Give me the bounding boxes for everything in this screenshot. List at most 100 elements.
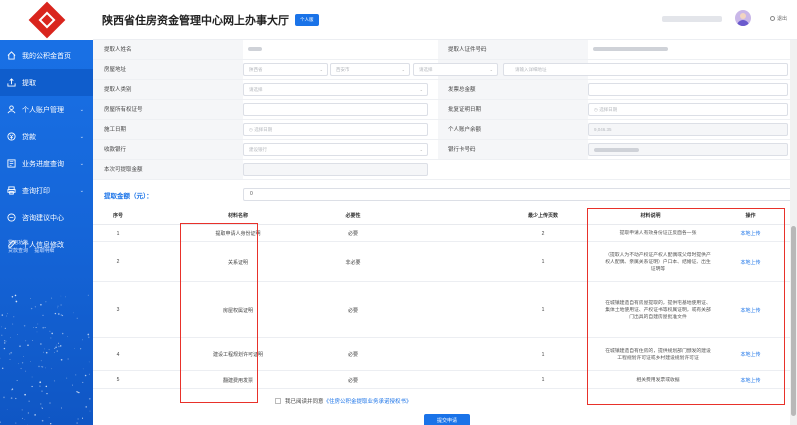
- table-row: 1 提取申请人身份证明 必要 2 提取申请人有效身份证正反面各一张 本地上传: [93, 225, 793, 242]
- decorative-dot: [60, 314, 63, 316]
- decorative-dot: [60, 407, 62, 409]
- form-row: 施工日期 ◷ 选择日期 个人账户余额 9,046.35: [93, 120, 793, 140]
- decorative-dot: [89, 410, 91, 412]
- construction-date-picker[interactable]: ◷ 选择日期: [243, 123, 428, 136]
- sidebar-item-label: 提取: [22, 79, 36, 87]
- decorative-dot: [57, 313, 60, 315]
- col-header: 操作: [745, 213, 756, 219]
- decorative-dot: [4, 327, 6, 329]
- decorative-dot: [66, 377, 68, 379]
- decorative-dot: [41, 419, 44, 422]
- form-row: 提取人姓名 提取人证件号码: [93, 40, 793, 60]
- field-label: 提取人类别: [104, 87, 132, 93]
- field-label: 个人账户余额: [448, 127, 482, 133]
- loan-icon: [7, 132, 16, 141]
- decorative-dot: [30, 307, 33, 310]
- decorative-dot: [12, 323, 14, 325]
- decorative-dot: [80, 348, 82, 350]
- row-number: 5: [116, 377, 120, 383]
- local-upload-button[interactable]: 本地上传: [713, 338, 788, 371]
- col-header: 序号: [112, 213, 123, 219]
- logout-button[interactable]: 退出: [769, 15, 787, 22]
- sidebar-item[interactable]: 提取: [0, 69, 93, 96]
- chevron-down-icon: ⌄: [419, 147, 423, 152]
- table-row: 2 关系证明 非必要 1 （提取人为不动产权证产权人配偶或父母时提供产权人配偶、亲属关系…: [93, 242, 793, 282]
- decorative-dot: [82, 339, 84, 341]
- sidebar: 我的公积金首页 提取 个人账户管理 ⌄ 贷款 ⌄ 业务进度查询 ⌄ 查询打印 ⌄ 咨询建议中心 个人信…: [0, 0, 93, 425]
- decorative-dot: [49, 402, 51, 404]
- field-label: 提取人姓名: [104, 47, 132, 53]
- agreement[interactable]: 我已阅读并同意 《住房公积金提取业务承诺授权书》: [275, 397, 412, 405]
- material-name: 房屋权属证明: [222, 307, 253, 314]
- material-name: 关系证明: [227, 259, 248, 266]
- sidebar-item-label: 个人账户管理: [22, 106, 64, 114]
- city-select[interactable]: 西安市 ⌄: [330, 63, 410, 76]
- agreement-checkbox[interactable]: [275, 398, 281, 404]
- local-upload-button[interactable]: 本地上传: [713, 225, 788, 242]
- decorative-dot: [40, 403, 42, 405]
- common-link-loan-query[interactable]: 贷款查询: [8, 248, 28, 254]
- available-amount-value: [243, 163, 428, 176]
- local-upload-button[interactable]: 本地上传: [713, 242, 788, 282]
- decorative-dot: [15, 422, 17, 424]
- decorative-dot: [58, 345, 60, 348]
- decorative-dot: [5, 340, 7, 342]
- chevron-down-icon: ⌄: [79, 160, 84, 167]
- local-upload-button[interactable]: 本地上传: [713, 371, 788, 389]
- submit-button[interactable]: 提交申请: [424, 414, 470, 425]
- province-select[interactable]: 陕西省 ⌄: [243, 63, 328, 76]
- sidebar-item[interactable]: 查询打印 ⌄: [0, 177, 93, 204]
- decorative-dot: [82, 368, 84, 370]
- decorative-dot: [14, 294, 17, 297]
- decorative-dot: [1, 314, 4, 316]
- sidebar-item[interactable]: 咨询建议中心: [0, 204, 93, 231]
- approval-date-picker[interactable]: ◷ 选择日期: [588, 103, 788, 116]
- decorative-dot: [75, 374, 77, 376]
- scrollbar[interactable]: [790, 40, 797, 425]
- bank-select[interactable]: 建设银行 ⌄: [243, 143, 428, 156]
- decorative-dot: [53, 380, 56, 382]
- min-pages: 1: [541, 307, 545, 313]
- withdraw-amount-label: 提取金额（元）：: [104, 193, 153, 200]
- avatar[interactable]: [735, 10, 751, 26]
- field-label: 批复证明日期: [448, 107, 482, 113]
- common-link-withdraw-detail[interactable]: 提取明细: [34, 248, 54, 254]
- decorative-dot: [35, 327, 37, 328]
- row-number: 4: [116, 351, 120, 358]
- decorative-dot: [41, 406, 43, 408]
- decorative-dot: [61, 332, 64, 335]
- sidebar-item[interactable]: 个人账户管理 ⌄: [0, 96, 93, 123]
- district-select[interactable]: 请选择 ⌄: [413, 63, 498, 76]
- col-header: 材料说明: [640, 213, 661, 219]
- decorative-dot: [46, 392, 48, 395]
- name-value: [243, 43, 428, 56]
- logout-label: 退出: [776, 16, 787, 22]
- form-row: 收款银行 建设银行 ⌄ 银行卡号码: [93, 140, 793, 160]
- decorative-dot: [57, 307, 58, 309]
- upload-icon: [7, 78, 16, 87]
- sidebar-item[interactable]: 我的公积金首页: [0, 42, 93, 69]
- decorative-dot: [51, 332, 53, 335]
- decorative-dot: [87, 333, 90, 336]
- decorative-dot: [45, 301, 47, 303]
- agreement-link[interactable]: 《住房公积金提取业务承诺授权书》: [324, 397, 412, 405]
- address-input[interactable]: 请输入详细地址: [503, 63, 788, 76]
- decorative-dot: [6, 409, 8, 410]
- sidebar-item[interactable]: 贷款 ⌄: [0, 123, 93, 150]
- decorative-dot: [36, 331, 38, 333]
- row-number: 1: [116, 230, 120, 237]
- withdraw-amount-input[interactable]: 0: [243, 188, 793, 201]
- decorative-dot: [40, 366, 42, 367]
- sidebar-item[interactable]: 业务进度查询 ⌄: [0, 150, 93, 177]
- invoice-total-input[interactable]: [588, 83, 788, 96]
- decorative-dot: [34, 306, 37, 308]
- material-name: 翻建费用发票: [222, 377, 253, 384]
- decorative-dot: [27, 344, 29, 347]
- ownership-cert-input[interactable]: [243, 103, 428, 116]
- withdrawer-type-select[interactable]: 请选择 ⌄: [243, 83, 428, 96]
- decorative-dot: [76, 317, 78, 319]
- decorative-dot: [13, 316, 15, 318]
- local-upload-button[interactable]: 本地上传: [713, 282, 788, 338]
- decorative-dot: [8, 353, 11, 355]
- necessity: 必要: [347, 377, 358, 384]
